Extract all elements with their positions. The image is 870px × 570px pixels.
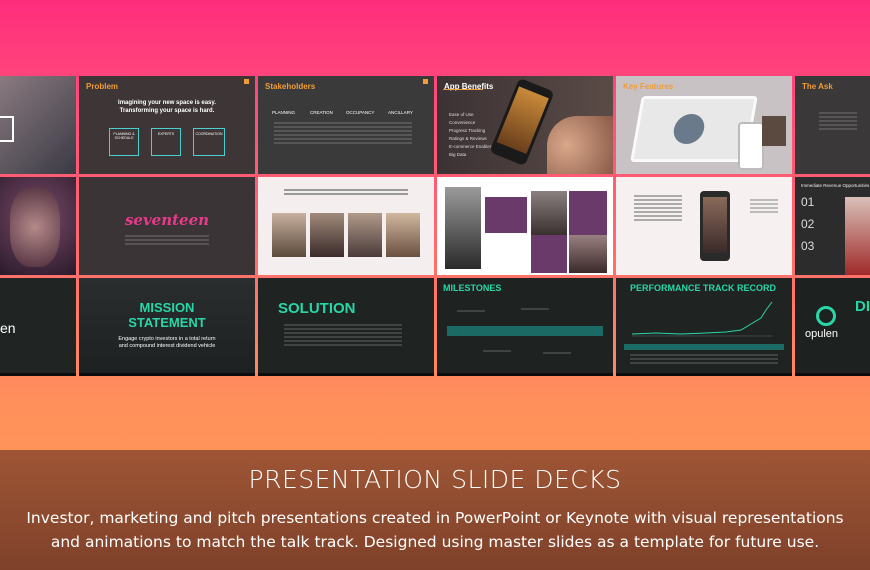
mission-text: Engage crypto investors in a total retur… (118, 336, 216, 349)
slide-opulen: opulen DI (795, 278, 870, 376)
slide-gallery: Problem Imagining your new space is easy… (0, 76, 870, 376)
slide-seventeen: seventeen (79, 177, 255, 275)
slide-title: PERFORMANCE TRACK RECORD (630, 283, 776, 293)
slide-milestones: MILESTONES (437, 278, 613, 376)
seventeen-logo: seventeen (124, 211, 210, 229)
slide-heading: Immediate Revenue Opportunities (801, 183, 870, 188)
partial-heading: DI (855, 298, 870, 315)
slide-performance: PERFORMANCE TRACK RECORD (616, 278, 792, 376)
mission-heading: MISSION (139, 300, 195, 315)
opportunity-number: 02 (801, 217, 815, 231)
performance-line (631, 301, 773, 335)
slide-title: Key Features (623, 82, 674, 91)
phone-image (738, 122, 764, 170)
opportunity-number: 01 (801, 195, 815, 209)
slide-app-overview (616, 177, 792, 275)
slide-fashion (437, 177, 613, 275)
slide-problem: Problem Imagining your new space is easy… (79, 76, 255, 174)
slide-text: Transforming your space is hard. (119, 108, 215, 114)
opulen-ring-icon (816, 306, 836, 326)
benefit-item: Convenience (449, 120, 476, 125)
partial-logo: en (0, 320, 16, 336)
caption-body: Investor, marketing and pitch presentati… (26, 509, 844, 551)
slide-title: Problem (86, 82, 119, 91)
slide-lifestyle (258, 177, 434, 275)
performance-chart-graphic (631, 301, 773, 337)
slide-text: Imagining your new space is easy. (118, 100, 216, 106)
slide-opportunities: Immediate Revenue Opportunities 01 02 03 (795, 177, 870, 275)
slide-title: The Ask (802, 82, 833, 91)
slide-box: EXPERTS (151, 128, 181, 156)
opportunity-number: 03 (801, 239, 815, 253)
slide-title: MILESTONES (443, 283, 502, 293)
phone-image (489, 77, 555, 167)
phone-image (700, 191, 730, 261)
benefit-item: E-commerce Enabler (449, 144, 492, 149)
benefit-item: Progress Tracking (449, 128, 486, 133)
benefit-item: Big Data (449, 152, 467, 157)
slide-box: COORDINATION (193, 128, 225, 156)
slide-title: Stakeholders (265, 82, 316, 91)
stakeholder-col: OCCUPANCY (346, 110, 375, 115)
slide-mission: MISSION STATEMENT Engage crypto investor… (79, 278, 255, 376)
benefit-item: Ease of Use (449, 112, 474, 117)
slide-app-benefits: App Benefits Ease of Use Convenience Pro… (437, 76, 613, 174)
mission-heading: STATEMENT (128, 315, 206, 330)
slide-solution: SOLUTION (258, 278, 434, 376)
stakeholder-col: PLANNING (272, 110, 296, 115)
slide-the-ask: The Ask (795, 76, 870, 174)
slide-title: SOLUTION (278, 300, 356, 317)
opulen-logo: opulen (805, 328, 839, 340)
stakeholder-col: CREATION (310, 110, 333, 115)
slide-key-features: Key Features (616, 76, 792, 174)
slide-stakeholders: Stakeholders PLANNING CREATION OCCUPANCY… (258, 76, 434, 174)
benefit-item: Ratings & Reviews (449, 136, 487, 141)
slide-partial-left-1 (0, 76, 76, 174)
slide-partial-left-2 (0, 177, 76, 275)
slide-box: PLANNING & SCHEDULE (109, 128, 139, 156)
caption-title: PRESENTATION SLIDE DECKS (248, 465, 622, 494)
slide-partial-left-3: en (0, 278, 76, 376)
stakeholder-col: ANCILLARY (388, 110, 413, 115)
